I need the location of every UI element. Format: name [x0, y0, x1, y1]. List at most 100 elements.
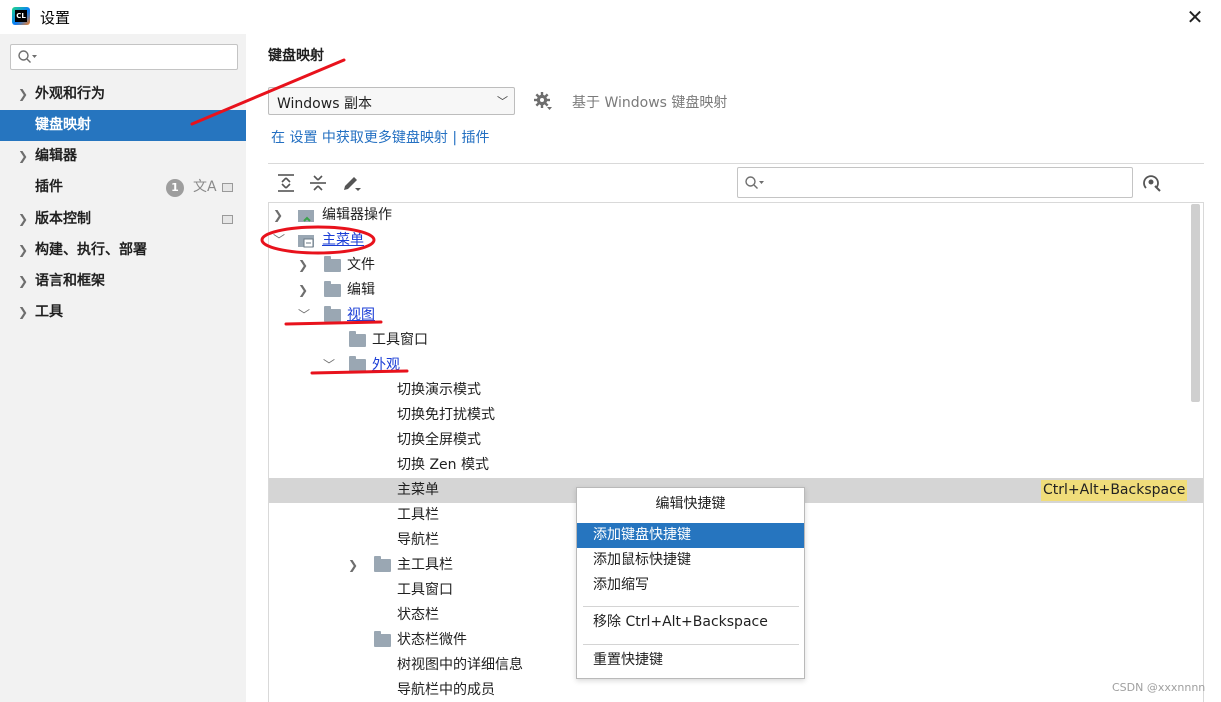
tree-row-label: 工具窗口: [397, 582, 453, 598]
menu-separator: [583, 644, 799, 645]
sidebar-item-build[interactable]: ❯ 构建、执行、部署: [0, 235, 246, 266]
sidebar-item-label: 构建、执行、部署: [35, 242, 147, 258]
folder-icon: [349, 356, 366, 372]
chevron-down-icon[interactable]: ﹀: [298, 303, 310, 328]
tree-row[interactable]: ❯ 文件: [269, 253, 1203, 278]
tree-row[interactable]: 切换演示模式: [269, 378, 1203, 403]
find-by-shortcut-icon[interactable]: [1141, 172, 1163, 194]
tree-row-label: 切换 Zen 模式: [397, 457, 489, 473]
app-icon-text: CL: [15, 10, 27, 22]
keymap-select[interactable]: Windows 副本 ﹀: [268, 87, 515, 115]
tree-row-label: 视图: [347, 307, 375, 323]
chevron-right-icon[interactable]: ❯: [298, 253, 308, 278]
window-title: 设置: [40, 9, 71, 27]
project-scope-icon: [222, 183, 233, 192]
main-menu-icon: [298, 235, 314, 248]
tree-row-label: 主菜单: [397, 482, 439, 498]
search-icon: [18, 50, 37, 63]
sidebar-item-label: 语言和框架: [35, 273, 105, 289]
tree-row-label: 导航栏中的成员: [397, 682, 495, 698]
tree-row[interactable]: 工具窗口: [269, 328, 1203, 353]
sidebar-item-editor[interactable]: ❯ 编辑器: [0, 141, 246, 172]
add-abbreviation-item[interactable]: 添加缩写: [577, 573, 804, 598]
tree-row[interactable]: 切换全屏模式: [269, 428, 1203, 453]
sidebar-item-tools[interactable]: ❯ 工具: [0, 297, 246, 328]
tree-row[interactable]: ﹀ 主菜单: [269, 228, 1203, 253]
chevron-right-icon: ❯: [18, 243, 29, 257]
tree-row-label: 切换免打扰模式: [397, 407, 495, 423]
project-scope-icon: [222, 215, 233, 224]
watermark: CSDN @xxxnnnn: [1112, 681, 1206, 694]
sidebar-item-keymap[interactable]: 键盘映射: [0, 110, 246, 141]
folder-icon: [324, 281, 341, 297]
tree-row[interactable]: ﹀ 视图: [269, 303, 1203, 328]
tree-row[interactable]: 切换免打扰模式: [269, 403, 1203, 428]
expand-all-icon[interactable]: [275, 172, 297, 194]
tree-row[interactable]: ❯ 编辑器操作: [269, 203, 1203, 228]
tree-row-label: 主工具栏: [397, 557, 453, 573]
keymap-select-value: Windows 副本: [277, 96, 372, 112]
tree-row-label: 工具栏: [397, 507, 439, 523]
sidebar-item-label: 版本控制: [35, 211, 91, 227]
sidebar-item-label: 键盘映射: [35, 117, 91, 133]
reset-shortcuts-item[interactable]: 重置快捷键: [577, 648, 804, 673]
tree-scrollbar[interactable]: [1191, 204, 1200, 402]
tree-row[interactable]: 切换 Zen 模式: [269, 453, 1203, 478]
collapse-all-icon[interactable]: [307, 172, 329, 194]
edit-shortcut-icon[interactable]: [340, 172, 362, 194]
chevron-down-icon[interactable]: ﹀: [273, 228, 285, 253]
sidebar-search-input[interactable]: [10, 44, 238, 70]
add-mouse-shortcut-item[interactable]: 添加鼠标快捷键: [577, 548, 804, 573]
sidebar-item-plugins[interactable]: 插件 1 文A: [0, 172, 246, 203]
add-keyboard-shortcut-item[interactable]: 添加键盘快捷键: [577, 523, 804, 548]
sidebar-item-label: 工具: [35, 304, 63, 320]
chevron-right-icon: ❯: [18, 212, 29, 226]
chevron-right-icon: ❯: [18, 274, 29, 288]
edit-shortcut-context-menu: 编辑快捷键 添加键盘快捷键 添加鼠标快捷键 添加缩写 移除 Ctrl+Alt+B…: [576, 487, 805, 679]
based-on-label: 基于 Windows 键盘映射: [572, 95, 728, 111]
tree-row-label: 编辑器操作: [322, 207, 392, 223]
tree-row-label: 切换全屏模式: [397, 432, 481, 448]
sidebar-item-label: 插件: [35, 179, 63, 195]
chevron-right-icon[interactable]: ❯: [298, 278, 308, 303]
page-title: 键盘映射: [268, 48, 324, 64]
folder-icon: [349, 331, 366, 347]
chevron-right-icon: ❯: [18, 149, 29, 163]
settings-sidebar: ❯ 外观和行为 键盘映射 ❯ 编辑器 插件 1 文A ❯ 版本控制 ❯ 构建、执…: [0, 34, 246, 702]
menu-separator: [583, 606, 799, 607]
chevron-down-icon[interactable]: ﹀: [323, 353, 335, 378]
folder-icon: [324, 306, 341, 322]
tree-row[interactable]: ❯ 编辑: [269, 278, 1203, 303]
chevron-right-icon[interactable]: ❯: [273, 203, 283, 228]
tree-row[interactable]: 导航栏中的成员: [269, 678, 1203, 702]
sidebar-item-vcs[interactable]: ❯ 版本控制: [0, 204, 246, 235]
tree-row-label: 状态栏: [397, 607, 439, 623]
close-icon[interactable]: ✕: [1182, 4, 1208, 30]
folder-icon: [374, 631, 391, 647]
sidebar-item-languages[interactable]: ❯ 语言和框架: [0, 266, 246, 297]
tree-row-label: 工具窗口: [372, 332, 428, 348]
sidebar-item-label: 外观和行为: [35, 86, 105, 102]
tree-row[interactable]: ﹀ 外观: [269, 353, 1203, 378]
chevron-right-icon: ❯: [18, 87, 29, 101]
tree-row-label: 外观: [372, 357, 400, 373]
tree-row-label: 切换演示模式: [397, 382, 481, 398]
chevron-right-icon[interactable]: ❯: [348, 553, 358, 578]
shortcut-badge: Ctrl+Alt+Backspace: [1041, 480, 1188, 501]
editor-actions-icon: [298, 210, 314, 222]
gear-icon[interactable]: [533, 91, 553, 111]
remove-shortcut-item[interactable]: 移除 Ctrl+Alt+Backspace: [577, 610, 804, 635]
update-count-badge: 1: [166, 179, 184, 197]
sidebar-item-appearance[interactable]: ❯ 外观和行为: [0, 79, 246, 110]
tree-row-label: 树视图中的详细信息: [397, 657, 523, 673]
app-icon: CL: [12, 7, 30, 25]
folder-icon: [374, 556, 391, 572]
tree-row-label: 导航栏: [397, 532, 439, 548]
search-icon: [745, 176, 764, 189]
title-bar: CL 设置 ✕: [0, 0, 1221, 34]
get-more-keymaps-link[interactable]: 在 设置 中获取更多键盘映射 | 插件: [271, 127, 490, 147]
chevron-right-icon: ❯: [18, 305, 29, 319]
chevron-down-icon: ﹀: [497, 95, 508, 108]
translate-icon: 文A: [193, 179, 217, 195]
actions-search-input[interactable]: [737, 167, 1133, 198]
